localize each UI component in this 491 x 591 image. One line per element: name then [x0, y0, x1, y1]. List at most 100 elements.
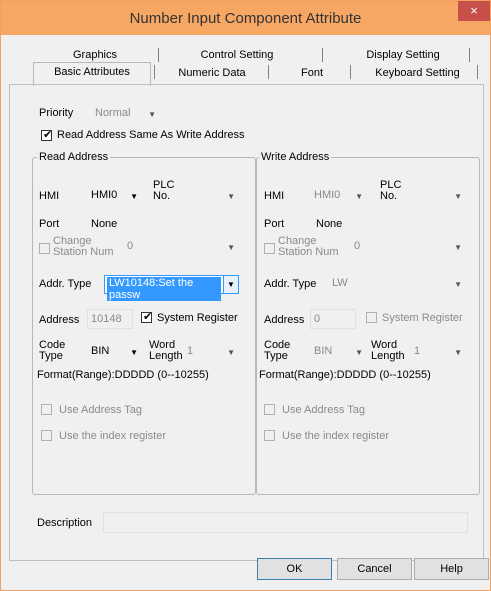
chevron-down-icon: ▼: [454, 280, 462, 289]
priority-dropdown[interactable]: Normal ▼: [93, 105, 159, 123]
read-format-text: Format(Range):DDDDD (0--10255): [37, 369, 209, 381]
read-addr-type-value: LW10148:Set the passw: [107, 277, 221, 301]
read-address-tag-label: Use Address Tag: [59, 404, 142, 416]
write-word-length-label: Word Length: [371, 340, 405, 362]
tab-divider: [322, 48, 323, 62]
read-port-value: None: [91, 218, 118, 230]
tab-divider: [477, 65, 478, 79]
tab-keyboard-setting[interactable]: Keyboard Setting: [365, 66, 470, 80]
write-addr-type-label: Addr. Type: [264, 278, 317, 290]
write-address-label: Address: [264, 314, 305, 326]
chevron-down-icon: ▼: [130, 348, 138, 357]
read-address-tag-checkbox[interactable]: [41, 404, 52, 415]
write-system-register-checkbox[interactable]: [366, 312, 377, 323]
write-code-type-dropdown[interactable]: BIN ▼: [312, 343, 366, 361]
write-station-num-dropdown[interactable]: 0 ▼: [352, 238, 465, 256]
tab-font[interactable]: Font: [287, 66, 337, 80]
tab-divider: [469, 48, 470, 62]
ok-button[interactable]: OK: [257, 558, 332, 580]
read-plc-dropdown[interactable]: ▼: [185, 187, 238, 205]
read-word-length-label: Word Length: [149, 340, 183, 362]
help-button[interactable]: Help: [414, 558, 489, 580]
chevron-down-icon: ▼: [130, 192, 138, 201]
write-address-tag-label: Use Address Tag: [282, 404, 365, 416]
read-address-input[interactable]: 10148: [87, 309, 133, 329]
write-address-tag-checkbox[interactable]: [264, 404, 275, 415]
read-system-register-checkbox[interactable]: ✔: [141, 311, 153, 323]
write-word-length-dropdown[interactable]: 1 ▼: [412, 343, 465, 361]
write-hmi-value: HMI0: [314, 189, 341, 201]
tab-control-setting[interactable]: Control Setting: [187, 48, 287, 62]
write-change-station-checkbox[interactable]: [264, 243, 275, 254]
read-code-type-line2: Type: [39, 350, 63, 362]
read-word-length-line2: Length: [149, 350, 183, 362]
tab-divider: [158, 48, 159, 62]
write-word-length-line2: Length: [371, 350, 405, 362]
tab-divider: [268, 65, 269, 79]
priority-label: Priority: [39, 107, 74, 119]
close-icon: ×: [470, 3, 478, 18]
write-addr-type-value: LW: [332, 277, 348, 289]
write-addr-type-dropdown[interactable]: LW ▼: [330, 275, 465, 293]
write-address-title: Write Address: [259, 151, 332, 163]
read-plc-label: PLC No.: [153, 180, 174, 202]
read-change-station-checkbox[interactable]: [39, 243, 50, 254]
read-code-type-dropdown[interactable]: BIN ▼: [89, 343, 141, 361]
write-plc-dropdown[interactable]: ▼: [413, 187, 465, 205]
write-format-text: Format(Range):DDDDD (0--10255): [259, 369, 431, 381]
dialog-client: Graphics Control Setting Display Setting…: [7, 35, 489, 586]
chevron-down-icon: ▼: [227, 243, 235, 252]
write-change-station-line2: Station Num: [278, 246, 339, 258]
write-index-register-label: Use the index register: [282, 430, 389, 442]
dialog-window: Number Input Component Attribute × Graph…: [0, 0, 491, 591]
checkmark-icon: ✔: [143, 311, 153, 323]
write-port-value: None: [316, 218, 343, 230]
tab-basic-attributes-label: Basic Attributes: [54, 66, 130, 78]
chevron-down-icon: ▼: [223, 276, 238, 293]
tab-display-setting[interactable]: Display Setting: [353, 48, 453, 62]
read-addr-type-dropdown[interactable]: LW10148:Set the passw ▼: [104, 275, 239, 301]
write-change-station-label: Change Station Num: [278, 236, 339, 258]
same-address-checkbox[interactable]: ✔: [41, 129, 52, 141]
read-hmi-value: HMI0: [91, 189, 118, 201]
description-input[interactable]: [103, 512, 468, 533]
title-bar[interactable]: Number Input Component Attribute ×: [1, 1, 490, 35]
tab-basic-attributes[interactable]: Basic Attributes: [33, 62, 151, 86]
read-code-type-value: BIN: [91, 345, 110, 357]
read-index-register-checkbox[interactable]: [41, 430, 52, 441]
cancel-button[interactable]: Cancel: [337, 558, 412, 580]
read-address-group: [32, 157, 256, 495]
read-system-register-label: System Register: [157, 312, 238, 324]
priority-value: Normal: [95, 107, 131, 119]
chevron-down-icon: ▼: [454, 192, 462, 201]
write-system-register-label: System Register: [382, 312, 463, 324]
chevron-down-icon: ▼: [227, 348, 235, 357]
write-index-register-checkbox[interactable]: [264, 430, 275, 441]
read-word-length-value: 1: [187, 345, 194, 357]
chevron-down-icon: ▼: [227, 192, 235, 201]
write-port-label: Port: [264, 218, 285, 230]
read-code-type-label: Code Type: [39, 340, 65, 362]
chevron-down-icon: ▼: [355, 348, 363, 357]
write-plc-label: PLC No.: [380, 180, 401, 202]
read-hmi-label: HMI: [39, 190, 60, 202]
write-address-group: [256, 157, 480, 495]
write-hmi-dropdown[interactable]: HMI0 ▼: [312, 187, 366, 205]
write-address-input[interactable]: 0: [310, 309, 356, 329]
tab-numeric-data[interactable]: Numeric Data: [167, 66, 257, 80]
close-button[interactable]: ×: [458, 1, 490, 21]
read-station-num-dropdown[interactable]: 0 ▼: [125, 238, 238, 256]
chevron-down-icon: ▼: [454, 348, 462, 357]
write-code-type-line2: Type: [264, 350, 288, 362]
read-port-label: Port: [39, 218, 60, 230]
read-address-value: 10148: [91, 313, 122, 325]
read-word-length-dropdown[interactable]: 1 ▼: [185, 343, 238, 361]
write-plc-label-line2: No.: [380, 190, 398, 202]
tab-graphics[interactable]: Graphics: [55, 48, 135, 62]
chevron-down-icon: ▼: [454, 243, 462, 252]
read-addr-type-label: Addr. Type: [39, 278, 92, 290]
write-word-length-value: 1: [414, 345, 421, 357]
read-hmi-dropdown[interactable]: HMI0 ▼: [89, 187, 141, 205]
read-plc-label-line2: No.: [153, 190, 171, 202]
description-label: Description: [37, 517, 93, 529]
